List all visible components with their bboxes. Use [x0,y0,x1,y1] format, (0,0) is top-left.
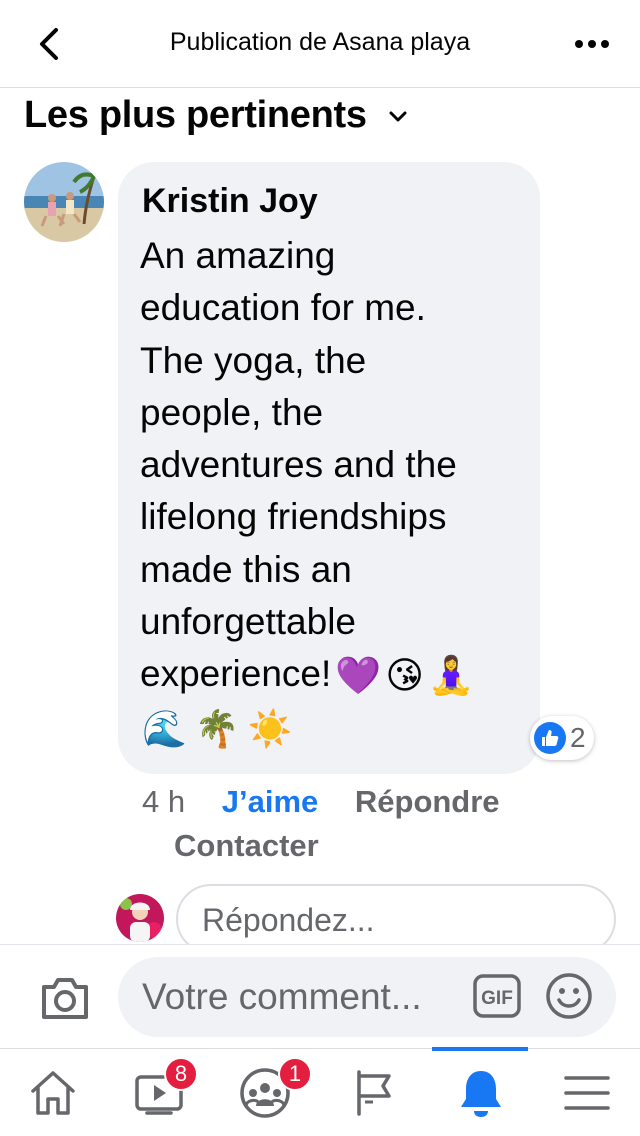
like-reaction-icon [534,722,566,754]
sun-emoji-icon: ☀️ [247,708,293,749]
more-icon [575,40,609,48]
comment-bubble[interactable]: Kristin Joy An amazing education for me.… [118,162,540,774]
comment-timestamp[interactable]: 4 h [142,780,185,824]
bottom-tab-bar: 8 1 [0,1047,640,1136]
gif-button[interactable]: GIF [472,973,522,1019]
chevron-left-icon [40,28,58,60]
comment-composer: Votre comment... GIF [0,944,640,1048]
commenter-avatar[interactable] [24,162,104,242]
back-button[interactable] [28,24,68,64]
comment-text: An amazing education for me. The yoga, t… [140,230,530,703]
wave-emoji-icon: 🌊 [142,708,187,749]
smiley-icon [546,973,592,1019]
comment-placeholder: Votre comment... [142,976,422,1017]
menu-icon [564,1076,610,1110]
reaction-summary[interactable]: 2 [530,716,594,760]
comment-input[interactable]: Votre comment... GIF [118,957,616,1037]
tab-home[interactable] [0,1049,106,1136]
kiss-emoji-icon: 😘 [385,655,424,697]
top-bar: Publication de Asana playa [0,0,640,88]
reply-placeholder: Répondez... [202,902,375,938]
sticker-button[interactable] [544,971,594,1021]
tab-groups[interactable]: 1 [212,1049,318,1136]
heart-emoji-icon: 💜 [335,655,382,697]
emoji-line: 🌊 🌴 ☀️ [142,708,292,750]
tab-watch[interactable]: 8 [106,1049,212,1136]
tab-menu[interactable] [534,1049,640,1136]
contact-button[interactable]: Contacter [174,824,534,868]
flag-icon [357,1070,391,1116]
comment-body: An amazing education for me. The yoga, t… [140,235,457,695]
more-options-button[interactable] [568,28,616,60]
groups-badge: 1 [278,1057,312,1091]
page-title: Publication de Asana playa [169,28,471,56]
palm-tree-emoji-icon: 🌴 [194,708,240,749]
tab-notifications[interactable] [428,1049,534,1136]
yoga-emoji-icon: 🧘‍♀️ [427,655,475,697]
comment-actions: 4 h J’aime Répondre Contacter [142,780,562,868]
chevron-down-icon [389,108,407,126]
home-icon [31,1071,75,1115]
tab-pages[interactable] [320,1049,426,1136]
like-button[interactable]: J’aime [222,780,319,824]
gif-icon: GIF [473,974,521,1018]
watch-badge: 8 [164,1057,198,1091]
reply-button[interactable]: Répondre [355,780,500,824]
sort-label: Les plus pertinents [24,93,367,136]
reaction-count: 2 [570,722,586,753]
current-user-avatar [116,894,164,942]
bell-icon [461,1071,501,1117]
comment-author[interactable]: Kristin Joy [142,182,318,221]
camera-button[interactable] [38,971,92,1025]
gif-label: GIF [481,988,513,1009]
camera-icon [42,978,88,1019]
sort-selector[interactable]: Les plus pertinents [24,90,407,140]
